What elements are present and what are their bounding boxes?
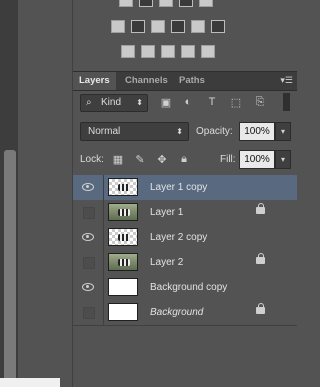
gradient-map-icon[interactable] [199,0,213,7]
layer-thumbnail [108,228,138,246]
chevron-updown-icon: ⬍ [176,127,183,136]
levels-icon[interactable] [139,0,153,7]
opacity-label: Opacity: [196,126,233,137]
vibrance-icon[interactable] [111,20,125,33]
visibility-off-box[interactable] [83,307,95,319]
layer-thumbnail [108,253,138,271]
filter-toggle[interactable] [283,93,290,111]
channel-mixer-icon[interactable] [211,20,225,33]
fill-dropdown-button[interactable]: ▾ [275,150,291,169]
layer-row[interactable]: Layer 1 copy [73,175,297,201]
layer-thumbnail [108,178,138,196]
gradient-icon[interactable] [201,45,215,58]
layer-thumbnail [108,203,138,221]
panel-menu-icon[interactable]: ▾☰ [280,75,293,86]
layer-filter-row: ⌕ Kind ⬍ ▣ ◐ T ⬚ ⎘ [73,92,297,114]
visibility-cell[interactable] [73,175,104,200]
lock-icon [256,303,265,314]
exposure-icon[interactable] [179,0,193,7]
type-filter-icon[interactable]: T [205,95,219,109]
lock-row: Lock: ▦ ✎ ✥ 🔒︎ Fill: 100% ▾ [73,148,297,170]
eye-icon[interactable] [82,183,94,191]
canvas-edge [0,378,60,387]
opacity-dropdown-button[interactable]: ▾ [275,122,291,141]
curves-icon[interactable] [159,0,173,7]
layer-name: Layer 1 copy [150,182,208,193]
pixel-filter-icon[interactable]: ▣ [159,95,173,109]
lock-all-icon[interactable]: 🔒︎ [177,152,191,166]
visibility-off-box[interactable] [83,257,95,269]
chevron-updown-icon: ⬍ [136,98,143,107]
visibility-cell[interactable] [73,225,104,250]
layer-row[interactable]: Background copy [73,275,297,301]
eye-icon[interactable] [82,233,94,241]
shape-filter-icon[interactable]: ⬚ [229,95,243,109]
layers-panel: Layers Channels Paths ▾☰ ⌕ Kind ⬍ ▣ ◐ T … [72,0,297,387]
layer-name: Background copy [150,282,228,293]
brightness-contrast-icon[interactable] [119,0,133,7]
fill-label: Fill: [220,154,236,165]
visibility-cell[interactable] [73,300,104,325]
fill-input[interactable]: 100% [239,150,275,169]
lock-image-pixels-icon[interactable]: ✎ [133,152,147,166]
lock-icon [256,253,265,264]
lock-position-icon[interactable]: ✥ [155,152,169,166]
color-balance-icon[interactable] [151,20,165,33]
lock-transparent-pixels-icon[interactable]: ▦ [111,152,125,166]
eye-icon[interactable] [82,283,94,291]
layer-row[interactable]: Background [73,300,297,326]
lock-label: Lock: [80,154,104,165]
left-panel-strip [0,0,18,387]
visibility-cell[interactable] [73,250,104,275]
posterize-icon[interactable] [141,45,155,58]
threshold-icon[interactable] [161,45,175,58]
black-white-icon[interactable] [171,20,185,33]
visibility-off-box[interactable] [83,207,95,219]
selective-color-icon[interactable] [181,45,195,58]
smart-object-filter-icon[interactable]: ⎘ [253,95,267,109]
photo-filter-icon[interactable] [191,20,205,33]
layer-name: Background [150,307,204,318]
layer-row[interactable]: Layer 2 [73,250,297,276]
tab-paths[interactable]: Paths [173,72,211,90]
layer-row[interactable]: Layer 1 [73,200,297,226]
layer-name: Layer 2 copy [150,232,208,243]
tab-layers[interactable]: Layers [73,72,116,90]
left-scrollbar[interactable] [4,150,16,380]
adjustments-panel [73,0,297,70]
opacity-input[interactable]: 100% [239,122,275,141]
layer-name: Layer 2 [150,257,184,268]
panel-tabs: Layers Channels Paths ▾☰ [73,71,297,91]
layer-row[interactable]: Layer 2 copy [73,225,297,251]
blend-mode-select[interactable]: Normal ⬍ [80,122,189,141]
layer-thumbnail [108,278,138,296]
visibility-cell[interactable] [73,200,104,225]
search-icon: ⌕ [86,97,92,108]
tab-channels[interactable]: Channels [119,72,174,90]
adjustment-filter-icon[interactable]: ◐ [181,95,195,109]
layer-thumbnail [108,303,138,321]
hue-saturation-icon[interactable] [131,20,145,33]
lock-icon [256,203,265,214]
blend-row: Normal ⬍ Opacity: 100% ▾ [73,120,297,142]
invert-icon[interactable] [121,45,135,58]
kind-filter-select[interactable]: ⌕ Kind ⬍ [80,94,148,112]
layer-name: Layer 1 [150,207,184,218]
visibility-cell[interactable] [73,275,104,300]
